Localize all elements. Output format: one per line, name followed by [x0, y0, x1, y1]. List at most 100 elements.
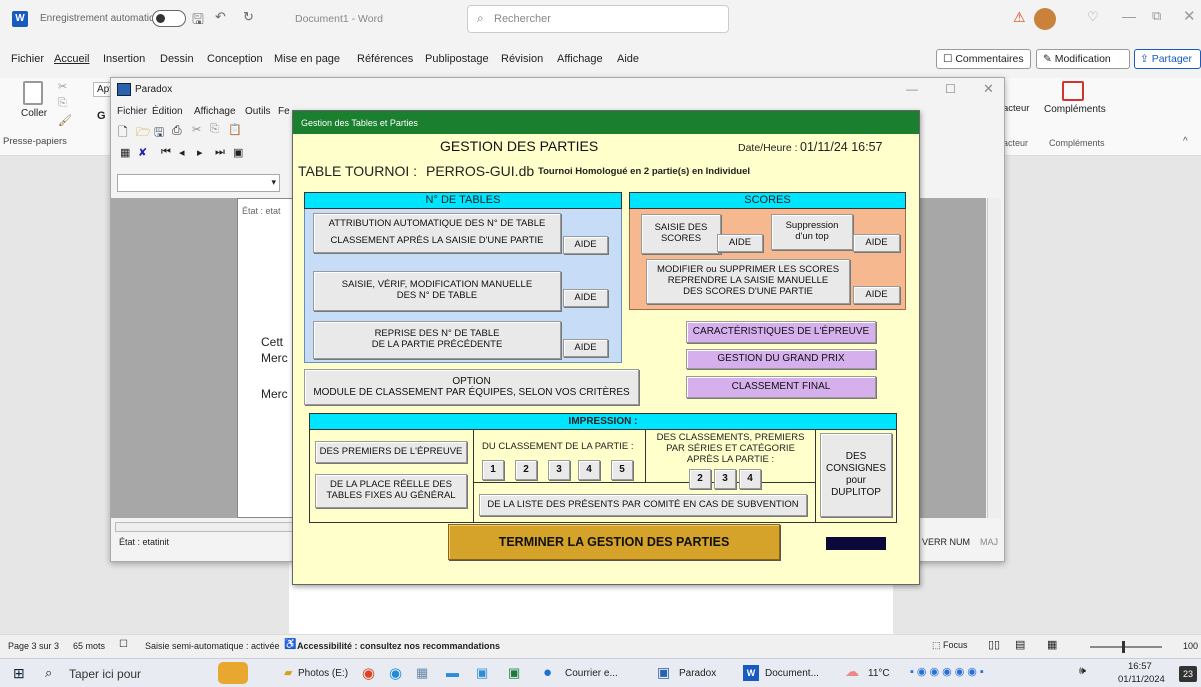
partie-4-button[interactable]: 4 [578, 460, 600, 480]
partie-1-button[interactable]: 1 [482, 460, 504, 480]
paradox-menu-affichage[interactable]: Affichage [194, 106, 236, 117]
taskbar-paradox[interactable]: Paradox [679, 668, 716, 679]
nav-end-icon[interactable]: ▣ [233, 146, 243, 159]
series-3-button[interactable]: 3 [714, 469, 736, 489]
zoom-slider[interactable] [1090, 641, 1162, 653]
print-layout-icon[interactable]: ▤ [1015, 638, 1025, 651]
copy-icon[interactable]: ⎘ [58, 97, 67, 110]
menu-accueil[interactable]: Accueil [54, 53, 89, 65]
taskbar-document[interactable]: Document... [765, 668, 819, 679]
page-count[interactable]: Page 3 sur 3 [8, 641, 59, 651]
paradox-hscroll[interactable] [115, 522, 300, 532]
paradox-close-icon[interactable]: ✕ [983, 81, 994, 97]
tray-icons[interactable]: ▪◉◉◉◉◉▪ [910, 665, 987, 678]
avatar[interactable] [1034, 8, 1056, 30]
tool-a-icon[interactable]: ▦ [120, 146, 130, 159]
save-disk-icon[interactable]: 🖫 [154, 123, 164, 144]
menu-references[interactable]: Références [357, 53, 413, 65]
accessibility-icon[interactable]: ♿ [284, 639, 296, 650]
read-mode-icon[interactable]: ▯▯ [988, 638, 1000, 651]
paste-icon[interactable] [23, 81, 43, 105]
app-icon-2[interactable]: ▬ [446, 665, 459, 680]
open-icon[interactable]: 🗁 [136, 123, 151, 144]
excel-icon[interactable]: ▣ [508, 665, 520, 681]
tool-b-icon[interactable]: ✘ [138, 146, 147, 159]
comments-button[interactable]: ☐ Commentaires [936, 49, 1031, 69]
paradox-combobox[interactable]: ▾ [117, 174, 280, 192]
nav-next-icon[interactable]: ▸ [197, 146, 203, 159]
notification-badge[interactable]: 23 [1179, 666, 1197, 682]
accessibility-status[interactable]: Accessibilité : consultez nos recommanda… [297, 641, 500, 651]
taskbar-courrier[interactable]: Courrier e... [565, 668, 618, 679]
photos-folder-icon[interactable]: ▰ [284, 666, 292, 679]
cut-icon[interactable]: ✂ [58, 80, 67, 93]
modification-button[interactable]: ✎ Modification [1036, 49, 1130, 69]
close-icon[interactable]: ✕ [1183, 7, 1196, 25]
series-2-button[interactable]: 2 [689, 469, 711, 489]
menu-fichier[interactable]: Fichier [11, 53, 44, 65]
saisie-scores-button[interactable]: SAISIE DES SCORES [641, 214, 721, 254]
attribution-auto-button[interactable]: ATTRIBUTION AUTOMATIQUE DES N° DE TABLE C… [313, 213, 561, 253]
app-icon-3[interactable]: ▣ [476, 665, 488, 681]
caracteristiques-button[interactable]: CARACTÉRISTIQUES DE L'ÉPREUVE [686, 321, 876, 343]
paradox-task-icon[interactable]: ▣ [657, 664, 670, 681]
partie-2-button[interactable]: 2 [515, 460, 537, 480]
aide-modifier-button[interactable]: AIDE [853, 286, 900, 304]
option-equipes-button[interactable]: OPTION MODULE DE CLASSEMENT PAR ÉQUIPES, … [304, 369, 639, 405]
reprise-button[interactable]: REPRISE DES N° DE TABLE DE LA PARTIE PRÉC… [313, 321, 561, 359]
redacteur-label[interactable]: acteur [1003, 103, 1029, 114]
paste-button-label[interactable]: Coller [21, 108, 47, 119]
app-icon-1[interactable]: ▦ [416, 665, 428, 681]
undo-icon[interactable]: ↶ [215, 9, 226, 25]
grand-prix-button[interactable]: GESTION DU GRAND PRIX [686, 349, 876, 369]
liste-presents-button[interactable]: DE LA LISTE DES PRÉSENTS PAR COMITÉ EN C… [479, 494, 807, 516]
print-icon[interactable]: ⎙ [172, 123, 182, 138]
menu-insertion[interactable]: Insertion [103, 53, 145, 65]
windows-start-icon[interactable]: ⊞ [13, 665, 25, 682]
lightbulb-icon[interactable]: ♡ [1087, 9, 1099, 25]
cut-tool-icon[interactable]: ✂ [192, 123, 201, 136]
warning-icon[interactable]: ⚠ [1013, 9, 1026, 26]
taskbar-search[interactable]: Taper ici pour [69, 667, 141, 681]
share-button[interactable]: ⇪ Partager [1134, 49, 1201, 69]
paradox-minimize-icon[interactable]: — [906, 82, 918, 96]
collapse-ribbon-icon[interactable]: ^ [1183, 136, 1188, 147]
paradox-menu-outils[interactable]: Outils [245, 106, 271, 117]
bold-g[interactable]: G [97, 110, 106, 122]
nav-first-icon[interactable]: ⏮ [161, 146, 171, 159]
nav-last-icon[interactable]: ⏭ [215, 146, 225, 159]
menu-revision[interactable]: Révision [501, 53, 543, 65]
terminer-button[interactable]: TERMINER LA GESTION DES PARTIES [448, 524, 780, 560]
word-count[interactable]: 65 mots [73, 641, 105, 651]
menu-dessin[interactable]: Dessin [160, 53, 194, 65]
web-layout-icon[interactable]: ▦ [1047, 638, 1057, 651]
format-painter-icon[interactable]: 🖌 [58, 114, 72, 127]
place-reelle-button[interactable]: DE LA PLACE RÉELLE DES TABLES FIXES AU GÉ… [315, 474, 467, 508]
edge-icon[interactable]: ◉ [389, 664, 402, 682]
complements-icon[interactable] [1062, 81, 1084, 101]
aide-reprise-button[interactable]: AIDE [563, 339, 608, 357]
focus-button[interactable]: ⬚ Focus [932, 640, 968, 651]
proofing-icon[interactable]: ☐ [119, 639, 128, 650]
aide-saisie-button[interactable]: AIDE [563, 289, 608, 307]
aide-attribution-button[interactable]: AIDE [563, 236, 608, 254]
zoom-level[interactable]: 100 [1183, 641, 1198, 651]
paste-tool-icon[interactable]: 📋 [228, 123, 242, 136]
chrome-icon[interactable]: ◉ [362, 664, 375, 682]
taskbar-photos[interactable]: Photos (E:) [298, 668, 348, 679]
paradox-maximize-icon[interactable]: ☐ [945, 82, 956, 96]
word-task-icon[interactable]: W [743, 665, 759, 681]
people-app-icon[interactable] [218, 662, 248, 684]
volume-icon[interactable]: 🕪 [1079, 665, 1086, 678]
aide-scores-button[interactable]: AIDE [717, 234, 763, 252]
series-4-button[interactable]: 4 [739, 469, 761, 489]
complements-button-label[interactable]: Compléments [1044, 104, 1106, 115]
consignes-duplitop-button[interactable]: DES CONSIGNES pour DUPLITOP [820, 433, 892, 517]
partie-3-button[interactable]: 3 [548, 460, 570, 480]
minimize-icon[interactable]: — [1122, 8, 1136, 24]
autosave-toggle[interactable] [152, 10, 186, 27]
partie-5-button[interactable]: 5 [611, 460, 633, 480]
menu-conception[interactable]: Conception [207, 53, 263, 65]
new-icon[interactable]: 🗋 [118, 123, 128, 144]
menu-affichage[interactable]: Affichage [557, 53, 603, 65]
